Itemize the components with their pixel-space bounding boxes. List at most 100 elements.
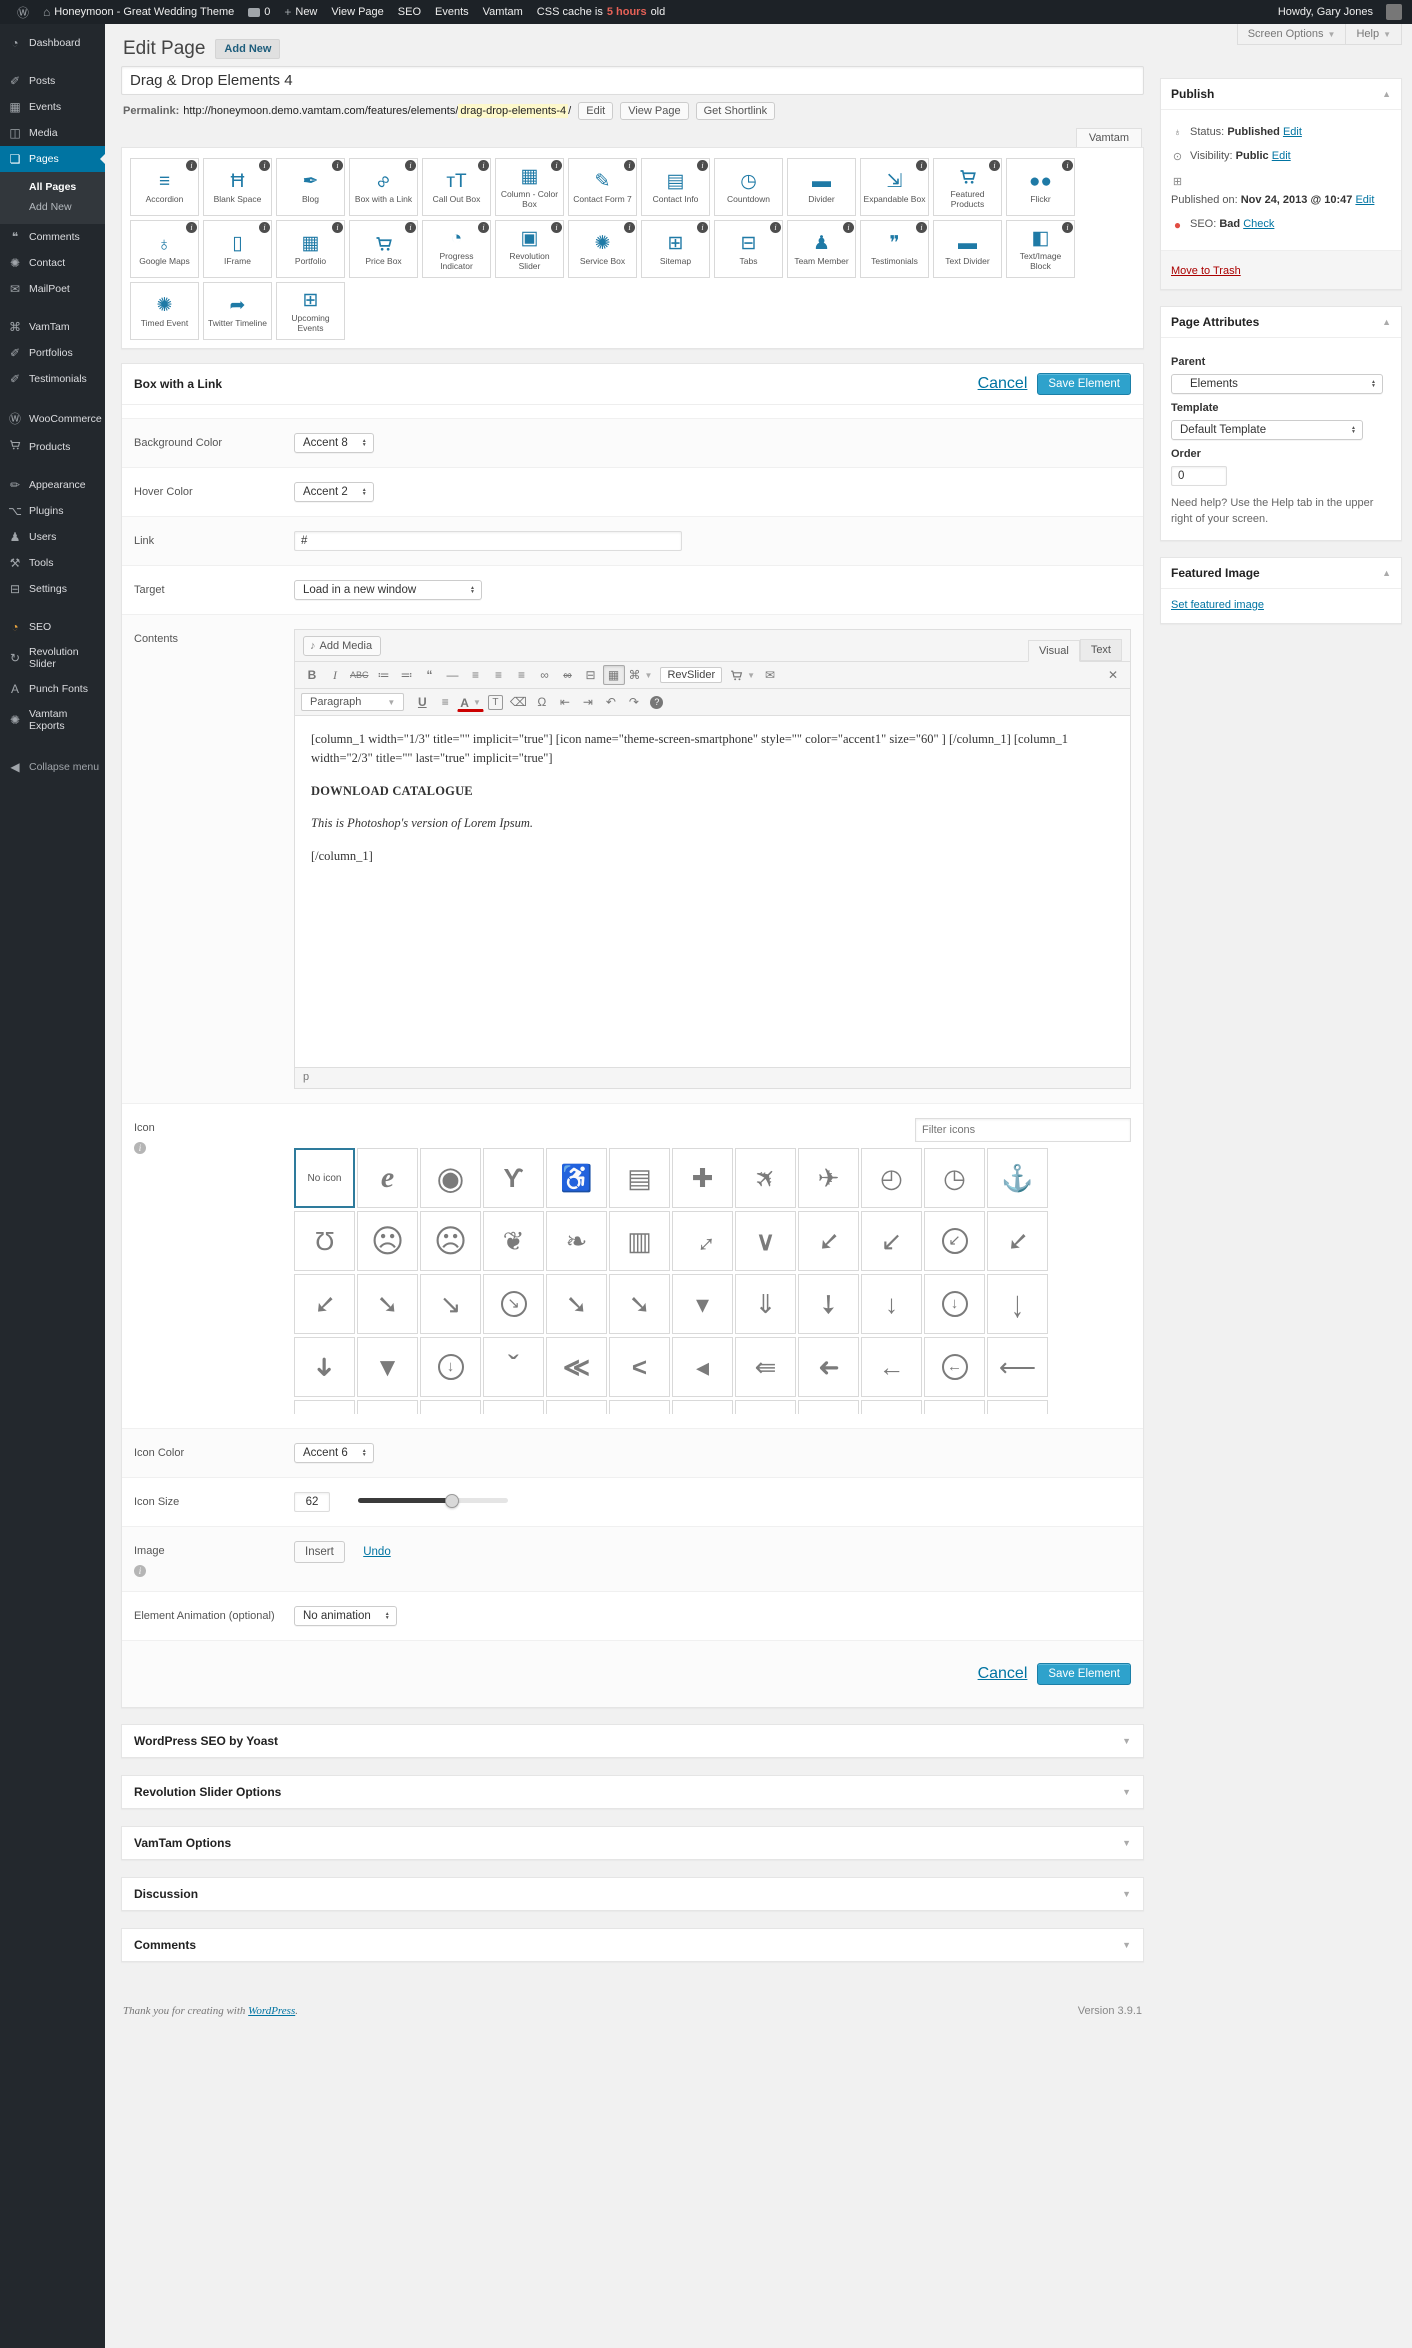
indent-button[interactable]: ⇥ bbox=[577, 692, 599, 712]
submenu-item-add-new[interactable]: Add New bbox=[0, 197, 105, 217]
icon-option-first-aid[interactable]: ✚ bbox=[672, 1148, 733, 1208]
sidebar-item-events[interactable]: ▦Events bbox=[0, 94, 105, 120]
icon-option-chevron-left-bar[interactable]: ≪ bbox=[546, 1337, 607, 1397]
edit-status-link[interactable]: Edit bbox=[1283, 126, 1302, 138]
info-icon[interactable]: i bbox=[989, 160, 1000, 171]
info-icon[interactable]: i bbox=[1062, 160, 1073, 171]
icon-size-slider[interactable] bbox=[358, 1498, 508, 1503]
more-tag-button[interactable]: ⊟ bbox=[580, 665, 602, 685]
sidebar-item-users[interactable]: ♟Users bbox=[0, 524, 105, 550]
element-contact-form-7[interactable]: ✎Contact Form 7i bbox=[568, 158, 637, 216]
underline-button[interactable]: U bbox=[411, 692, 433, 712]
site-menu[interactable]: ⌂ Honeymoon - Great Wedding Theme bbox=[36, 0, 241, 24]
edit-date-link[interactable]: Edit bbox=[1355, 194, 1374, 206]
redo-button[interactable]: ↷ bbox=[623, 692, 645, 712]
element-revolution-slider[interactable]: ▣Revolution Slideri bbox=[495, 220, 564, 278]
seo-menu[interactable]: SEO bbox=[391, 0, 428, 24]
icon-option-anchor[interactable]: ⚓ bbox=[987, 1148, 1048, 1208]
icon-option-plane[interactable]: ✈ bbox=[798, 1148, 859, 1208]
icon-option-arrow-left-circled[interactable]: ← bbox=[924, 1337, 985, 1397]
info-icon[interactable]: i bbox=[916, 222, 927, 233]
submenu-item-all-pages[interactable]: All Pages bbox=[0, 177, 105, 197]
link-button[interactable]: ∞ bbox=[534, 665, 556, 685]
icon-option-clipped[interactable] bbox=[861, 1400, 922, 1414]
italic-button[interactable]: I bbox=[324, 665, 346, 685]
info-icon[interactable]: i bbox=[770, 222, 781, 233]
sidebar-item-comments[interactable]: ❝Comments bbox=[0, 224, 105, 250]
sidebar-item-vamtam[interactable]: ⌘VamTam bbox=[0, 314, 105, 340]
element-featured-products[interactable]: Featured Productsi bbox=[933, 158, 1002, 216]
sidebar-item-posts[interactable]: ✐Posts bbox=[0, 68, 105, 94]
help-button[interactable]: ? bbox=[646, 692, 668, 712]
element-countdown[interactable]: ◷Countdown bbox=[714, 158, 783, 216]
fullscreen-button[interactable]: ✕ bbox=[1102, 665, 1124, 685]
element-sitemap[interactable]: ⊞Sitemapi bbox=[641, 220, 710, 278]
visual-tab[interactable]: Visual bbox=[1028, 640, 1080, 662]
strikethrough-button[interactable]: ABC bbox=[347, 665, 372, 685]
justify-button[interactable]: ≡ bbox=[434, 692, 456, 712]
collapse-toggle-icon[interactable]: ▲ bbox=[1382, 89, 1391, 99]
outdent-button[interactable]: ⇤ bbox=[554, 692, 576, 712]
info-icon[interactable]: i bbox=[332, 222, 343, 233]
element-column-color-box[interactable]: ▦Column - Color Boxi bbox=[495, 158, 564, 216]
post-title-input[interactable] bbox=[121, 66, 1144, 95]
icon-option-clipped[interactable] bbox=[420, 1400, 481, 1414]
sidebar-item-plugins[interactable]: ⌥Plugins bbox=[0, 498, 105, 524]
horizontal-rule-button[interactable]: — bbox=[442, 665, 464, 685]
icon-size-input[interactable] bbox=[294, 1492, 330, 1512]
info-icon[interactable]: i bbox=[405, 222, 416, 233]
sidebar-item-mailpoet[interactable]: ✉MailPoet bbox=[0, 276, 105, 302]
icon-option-arrow-down-left-sharp[interactable]: ➘ bbox=[987, 1211, 1048, 1271]
icon-option-angry-face-circled[interactable]: ☹ bbox=[357, 1211, 418, 1271]
info-icon[interactable]: i bbox=[186, 222, 197, 233]
info-icon[interactable]: i bbox=[332, 160, 343, 171]
icon-option-arrow-down-long[interactable]: ↓ bbox=[987, 1274, 1048, 1334]
sidebar-item-vamtam-exports[interactable]: ✺Vamtam Exports bbox=[0, 702, 105, 738]
icon-option-clipped[interactable] bbox=[483, 1400, 544, 1414]
icon-option-arrow-left-sharp[interactable]: ⟵ bbox=[987, 1337, 1048, 1397]
sidebar-item-woocommerce[interactable]: ⓌWooCommerce bbox=[0, 404, 105, 433]
events-menu[interactable]: Events bbox=[428, 0, 476, 24]
add-new-button[interactable]: Add New bbox=[215, 39, 280, 59]
save-element-button[interactable]: Save Element bbox=[1037, 373, 1131, 395]
icon-option-plane-up[interactable]: ✈ bbox=[735, 1148, 796, 1208]
target-select[interactable]: Load in a new window ▲ ▼ bbox=[294, 580, 482, 600]
info-icon[interactable]: i bbox=[843, 222, 854, 233]
hover-color-select[interactable]: Accent 2 ▲ ▼ bbox=[294, 482, 374, 502]
save-element-button-bottom[interactable]: Save Element bbox=[1037, 1663, 1131, 1685]
icon-option-arrows-expand[interactable]: ↔ bbox=[672, 1211, 733, 1271]
view-page-menu[interactable]: View Page bbox=[324, 0, 390, 24]
icon-option-alarm-clock[interactable]: ◴ bbox=[861, 1148, 922, 1208]
unlink-button[interactable]: ∞ bbox=[557, 665, 579, 685]
icon-option-accessibility[interactable]: ϒ bbox=[483, 1148, 544, 1208]
sidebar-item-collapse-menu[interactable]: ◀Collapse menu bbox=[0, 754, 105, 780]
icon-option-arrow-down-right-circled[interactable]: ↘ bbox=[483, 1274, 544, 1334]
vamtam-elements-tab[interactable]: Vamtam bbox=[1076, 128, 1142, 147]
info-icon[interactable]: i bbox=[697, 222, 708, 233]
new-content-menu[interactable]: + New bbox=[277, 0, 324, 24]
chevron-down-icon[interactable]: ▼ bbox=[1122, 1787, 1131, 1797]
icon-option-arrow-down-heavy-alt[interactable]: ➜ bbox=[294, 1337, 355, 1397]
sidebar-item-media[interactable]: ◫Media bbox=[0, 120, 105, 146]
icon-option-arrow-down-circled[interactable]: ↓ bbox=[924, 1274, 985, 1334]
contact-shortcode-button[interactable]: ✉ bbox=[759, 665, 781, 685]
add-media-button[interactable]: ♪ Add Media bbox=[303, 636, 381, 656]
element-progress-indicator[interactable]: ◔Progress Indicatori bbox=[422, 220, 491, 278]
align-left-button[interactable]: ≡ bbox=[465, 665, 487, 685]
sidebar-item-portfolios[interactable]: ✐Portfolios bbox=[0, 340, 105, 366]
icon-option-arrow-down-right[interactable]: ↘ bbox=[420, 1274, 481, 1334]
icon-option-clipped[interactable] bbox=[672, 1400, 733, 1414]
icon-color-select[interactable]: Accent 6 ▲ ▼ bbox=[294, 1443, 374, 1463]
vamtam-menu[interactable]: Vamtam bbox=[476, 0, 530, 24]
sidebar-item-contact[interactable]: ✺Contact bbox=[0, 250, 105, 276]
wordpress-link[interactable]: WordPress bbox=[248, 2005, 295, 2017]
icon-option-arrow-down-right-ribbon[interactable]: ➘ bbox=[609, 1274, 670, 1334]
element-price-box[interactable]: Price Boxi bbox=[349, 220, 418, 278]
icon-option-arrow-down-left-alt[interactable]: ➘ bbox=[294, 1274, 355, 1334]
info-icon[interactable]: i bbox=[259, 160, 270, 171]
icon-option-chevron-down-thick[interactable]: ∨ bbox=[735, 1211, 796, 1271]
icon-option-apple-fruit[interactable]: ❧ bbox=[546, 1211, 607, 1271]
info-icon[interactable]: i bbox=[697, 160, 708, 171]
icon-option-no-icon[interactable]: No icon bbox=[294, 1148, 355, 1208]
chevron-down-icon[interactable]: ▼ bbox=[1122, 1838, 1131, 1848]
